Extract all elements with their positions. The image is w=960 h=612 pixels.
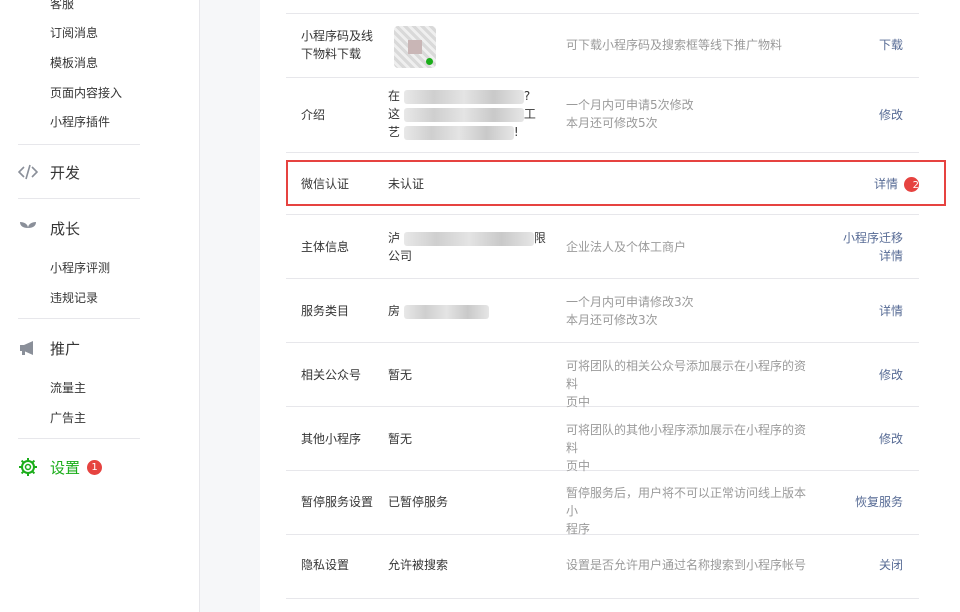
row-description: 可将团队的其他小程序添加展示在小程序的资料 页中 — [566, 423, 807, 473]
row-value: 暂无 — [388, 368, 413, 382]
sidebar-group-label: 设置 — [50, 458, 81, 477]
row-description: 设置是否允许用户通过名称搜索到小程序帐号 — [566, 558, 807, 572]
close-link[interactable]: 关闭 — [879, 556, 903, 574]
settings-panel: 小程序码及线下物料下载 可下载小程序码及搜索框等线下推广物料 下载 介绍 在 ?… — [260, 0, 960, 612]
sidebar-group-label: 开发 — [50, 163, 81, 182]
table-row: 服务类目 房 一个月内可申请修改3次 本月还可修改3次 详情 — [286, 279, 919, 343]
sidebar-divider — [18, 198, 140, 199]
row-label: 暂停服务设置 — [301, 495, 374, 509]
sidebar-item-advertiser[interactable]: 广告主 — [50, 408, 86, 428]
highlight-box — [286, 160, 946, 206]
sidebar-divider — [18, 438, 140, 439]
sprout-icon — [18, 218, 38, 238]
gear-icon — [18, 457, 38, 477]
app-window: 客服 订阅消息 模板消息 页面内容接入 小程序插件 开发 成长 小程序评测 违规… — [0, 0, 960, 612]
sidebar-group-growth[interactable]: 成长 — [18, 216, 80, 240]
edit-link[interactable]: 修改 — [879, 430, 903, 448]
table-row: 相关公众号 暂无 可将团队的相关公众号添加展示在小程序的资料 页中 修改 — [286, 343, 919, 409]
edit-link[interactable]: 修改 — [879, 106, 903, 124]
row-label: 服务类目 — [301, 304, 350, 318]
table-row: 暂停服务设置 已暂停服务 暂停服务后，用户将不可以正常访问线上版本小 程序 恢复… — [286, 471, 919, 536]
intro-value: 在 ? 这 工 艺 ! — [388, 89, 536, 140]
details-link[interactable]: 详情 — [843, 247, 903, 265]
row-label: 介绍 — [301, 108, 326, 122]
sidebar-item-customer-service[interactable]: 客服 — [50, 0, 74, 14]
sidebar: 客服 订阅消息 模板消息 页面内容接入 小程序插件 开发 成长 小程序评测 违规… — [0, 0, 200, 612]
row-description: 一个月内可申请5次修改 本月还可修改5次 — [566, 98, 694, 130]
row-label: 相关公众号 — [301, 368, 362, 382]
sidebar-item-plugins[interactable]: 小程序插件 — [50, 112, 110, 132]
row-label: 其他小程序 — [301, 432, 362, 446]
qr-code-image — [394, 26, 436, 68]
edit-link[interactable]: 修改 — [879, 366, 903, 384]
megaphone-icon — [18, 338, 38, 358]
sidebar-item-subscribe-message[interactable]: 订阅消息 — [50, 23, 98, 43]
sidebar-group-settings[interactable]: 设置 1 — [18, 455, 103, 479]
row-label: 主体信息 — [301, 240, 350, 254]
row-description: 一个月内可申请修改3次 本月还可修改3次 — [566, 295, 694, 327]
sidebar-item-template-message[interactable]: 模板消息 — [50, 53, 98, 73]
sidebar-group-promote[interactable]: 推广 — [18, 336, 80, 360]
row-description: 可下载小程序码及搜索框等线下推广物料 — [566, 38, 783, 52]
row-description: 企业法人及个体工商户 — [566, 240, 687, 254]
sidebar-divider — [18, 144, 140, 145]
sidebar-item-evaluation[interactable]: 小程序评测 — [50, 258, 110, 278]
row-value: 暂无 — [388, 432, 413, 446]
table-row: 隐私设置 允许被搜索 设置是否允许用户通过名称搜索到小程序帐号 关闭 — [286, 535, 919, 599]
row-label: 小程序码及线下物料下载 — [301, 29, 374, 61]
download-link[interactable]: 下载 — [879, 36, 903, 54]
table-row: 主体信息 泸 限 公司 企业法人及个体工商户 小程序迁移 详情 — [286, 215, 919, 279]
row-description: 暂停服务后，用户将不可以正常访问线上版本小 程序 — [566, 486, 807, 536]
row-value: 允许被搜索 — [388, 558, 449, 572]
code-icon — [18, 162, 38, 182]
sidebar-group-develop[interactable]: 开发 — [18, 160, 80, 184]
row-value: 已暂停服务 — [388, 495, 449, 509]
table-row: 小程序码及线下物料下载 可下载小程序码及搜索框等线下推广物料 下载 — [286, 13, 919, 78]
entity-value: 泸 限 公司 — [388, 231, 546, 263]
entity-actions: 小程序迁移 详情 — [843, 229, 903, 265]
category-value: 房 — [388, 302, 553, 320]
sidebar-group-label: 成长 — [50, 219, 81, 238]
row-description: 可将团队的相关公众号添加展示在小程序的资料 页中 — [566, 359, 807, 409]
migrate-link[interactable]: 小程序迁移 — [843, 229, 903, 247]
resume-service-link[interactable]: 恢复服务 — [855, 493, 903, 511]
details-link[interactable]: 详情 — [879, 302, 903, 320]
notification-badge: 1 — [87, 459, 103, 475]
sidebar-item-page-content[interactable]: 页面内容接入 — [50, 83, 122, 103]
row-label: 隐私设置 — [301, 558, 350, 572]
sidebar-item-violations[interactable]: 违规记录 — [50, 288, 98, 308]
table-row: 其他小程序 暂无 可将团队的其他小程序添加展示在小程序的资料 页中 修改 — [286, 407, 919, 473]
sidebar-item-traffic-owner[interactable]: 流量主 — [50, 378, 86, 398]
table-row: 介绍 在 ? 这 工 艺 ! 一个月内可申请5次修改 本月还可修改5次 修改 — [286, 78, 919, 153]
sidebar-group-label: 推广 — [50, 339, 81, 358]
sidebar-divider — [18, 318, 140, 319]
